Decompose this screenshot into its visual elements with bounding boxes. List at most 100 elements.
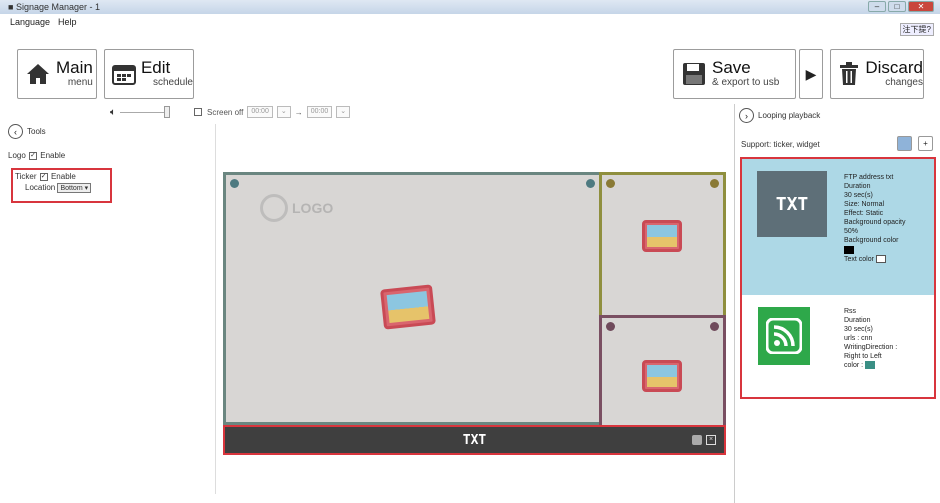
main-zone[interactable]: LOGO	[223, 172, 602, 425]
playlist-highlight: TXT FTP address txt Duration 30 sec(s) S…	[740, 157, 936, 399]
support-text: Support: ticker, widget	[741, 140, 820, 149]
save-sub: & export to usb	[712, 77, 780, 88]
save-export-button[interactable]: Save & export to usb	[673, 49, 796, 99]
delete-icon[interactable]: ×	[706, 435, 716, 445]
minimize-icon[interactable]: –	[868, 1, 886, 12]
ticker-settings-highlight: Ticker ✓ Enable Location Bottom ▾	[11, 168, 112, 203]
logo-enable-label: Enable	[40, 151, 66, 160]
zone-pin-icon	[586, 179, 595, 188]
txt-effect: Effect: Static	[844, 210, 884, 217]
txt-bg-opacity-label: Background opacity	[844, 219, 906, 226]
trash-icon	[837, 60, 861, 88]
playlist-item-txt[interactable]: TXT FTP address txt Duration 30 sec(s) S…	[742, 159, 934, 295]
location-row: Location Bottom ▾	[25, 183, 108, 193]
smiley-icon	[260, 194, 288, 222]
txt-thumb-label: TXT	[775, 193, 809, 215]
rss-properties: Rss Duration 30 sec(s) urls : cnn Writin…	[844, 307, 934, 370]
title-bar: ■ Signage Manager - 1	[0, 0, 940, 14]
zone-pin-icon	[230, 179, 239, 188]
rss-urls: urls : cnn	[844, 335, 873, 342]
edit-title: Edit	[140, 58, 171, 77]
playlist-item-rss[interactable]: Rss Duration 30 sec(s) urls : cnn Writin…	[742, 295, 934, 397]
text-color-swatch[interactable]	[875, 255, 886, 264]
ticker-row: Ticker ✓ Enable	[15, 172, 108, 181]
rss-icon	[766, 318, 802, 354]
play-arrow-icon: ▶	[805, 65, 817, 82]
txt-duration-label: Duration	[844, 183, 871, 190]
tools-panel: ‹ Tools Logo ✓ Enable Ticker ✓ Enable Lo…	[8, 124, 216, 494]
close-icon[interactable]: ✕	[908, 1, 934, 12]
time-start-field[interactable]: 00:00	[247, 106, 273, 118]
ticker-zone[interactable]: TXT ×	[223, 425, 726, 455]
screen-off-label: Screen off	[207, 107, 244, 117]
looping-playback-panel: › Looping playback Support: ticker, widg…	[734, 104, 940, 503]
save-dropdown-button[interactable]: ▶	[799, 49, 823, 99]
volume-slider[interactable]	[120, 105, 170, 118]
floppy-disk-icon	[680, 60, 708, 88]
ticker-label: Ticker	[15, 172, 37, 181]
rss-color-row: color :	[844, 361, 934, 370]
bg-color-swatch[interactable]	[844, 246, 854, 254]
txt-size: Size: Normal	[844, 201, 885, 208]
logo-row: Logo ✓ Enable	[8, 151, 215, 160]
menu-language[interactable]: Language	[10, 16, 50, 28]
image-icon	[642, 360, 682, 392]
add-icon[interactable]: +	[918, 136, 933, 151]
time-start-spinner[interactable]: ⌄	[276, 106, 291, 118]
time-end-field[interactable]: 00:00	[306, 106, 333, 118]
rss-name: Rss	[844, 308, 857, 315]
bottom-right-zone[interactable]	[599, 315, 726, 428]
location-select[interactable]: Bottom ▾	[57, 183, 92, 193]
time-end-spinner[interactable]: ⌄	[336, 106, 351, 118]
main-sub: menu	[67, 77, 93, 88]
menu-help[interactable]: Help	[58, 16, 77, 28]
txt-bg-color-label: Background color	[844, 237, 899, 244]
txt-bg-opacity: 50%	[844, 228, 859, 235]
chevron-left-icon[interactable]: ‹	[8, 124, 23, 139]
dropdown-arrow-icon: ▾	[84, 185, 89, 192]
txt-text-color-label: Text color	[844, 255, 932, 264]
control-bar: 🔈︎ Screen off 00:00 ⌄ → 00:00 ⌄	[110, 105, 351, 119]
maximize-icon[interactable]: □	[888, 1, 906, 12]
discard-title: Discard	[865, 58, 923, 77]
edit-schedule-button[interactable]: Edit schedule	[104, 49, 194, 99]
gear-icon[interactable]	[692, 435, 702, 445]
main-menu-button[interactable]: Main menu	[17, 49, 97, 99]
menu-bar: Language Help	[10, 16, 77, 28]
zone-pin-icon	[606, 322, 615, 331]
rss-writing: Right to Left	[844, 353, 882, 360]
discard-changes-button[interactable]: Discard changes	[830, 49, 924, 99]
volume-icon[interactable]: 🔈︎	[110, 107, 116, 118]
edit-sub: schedule	[152, 77, 193, 88]
rss-color-swatch[interactable]	[865, 361, 876, 370]
logo-enable-checkbox[interactable]: ✓	[29, 151, 38, 160]
chevron-right-icon[interactable]: ›	[739, 108, 754, 123]
rss-duration-label: Duration	[844, 317, 871, 324]
image-icon	[642, 220, 682, 252]
tools-header: ‹ Tools	[8, 124, 215, 139]
screen-off-checkbox[interactable]	[194, 108, 202, 116]
app-icon: ■	[8, 2, 14, 12]
top-right-zone[interactable]	[599, 172, 726, 318]
zone-pin-icon	[710, 322, 719, 331]
window-title: Signage Manager - 1	[15, 2, 101, 12]
main-title: Main	[56, 58, 93, 77]
tools-title: Tools	[27, 127, 46, 136]
layout-preview: LOGO TXT ×	[223, 172, 726, 455]
discard-sub: changes	[885, 77, 923, 88]
image-icon	[380, 284, 436, 330]
settings-gear-icon[interactable]	[897, 136, 912, 151]
save-title: Save	[712, 58, 751, 77]
ticker-enable-label: Enable	[50, 172, 76, 181]
location-label: Location	[25, 183, 56, 192]
ticker-enable-checkbox[interactable]: ✓	[39, 172, 48, 181]
rss-thumbnail	[758, 307, 810, 365]
ime-indicator: 注下提?	[899, 23, 934, 36]
txt-name: FTP address txt	[844, 174, 894, 181]
txt-properties: FTP address txt Duration 30 sec(s) Size:…	[844, 173, 932, 264]
location-value: Bottom	[60, 185, 83, 192]
zone-pin-icon	[606, 179, 615, 188]
logo-placeholder: LOGO	[260, 194, 333, 222]
txt-duration: 30 sec(s)	[844, 192, 873, 199]
logo-label: Logo	[8, 151, 26, 160]
